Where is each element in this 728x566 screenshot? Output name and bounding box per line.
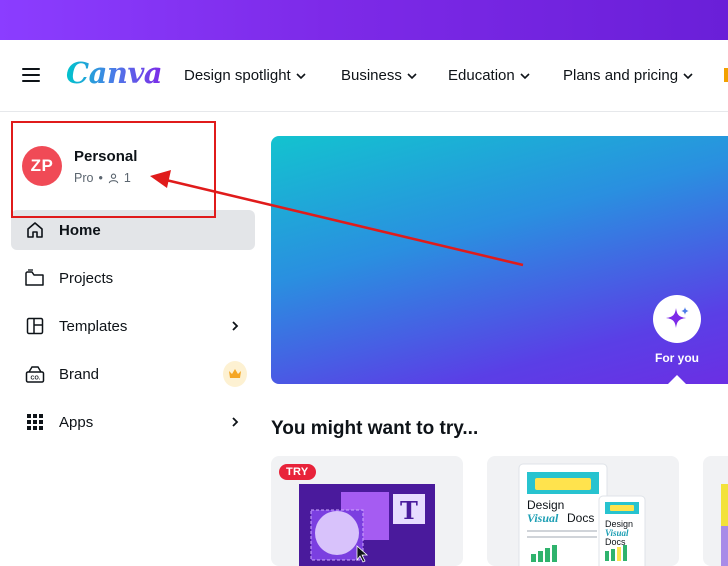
chevron-right-icon [223,410,247,434]
card-thumbnail [721,484,728,566]
sidebar-item-label: Apps [59,413,94,431]
hamburger-icon[interactable] [22,68,40,84]
folder-icon [23,266,47,290]
nav-overflow-item[interactable] [724,68,728,82]
nav-item-label: Business [341,67,402,84]
doc-heading: Design [527,498,564,512]
suggestion-card-partial[interactable] [703,456,728,566]
chevron-down-icon [683,72,693,79]
nav-item-label: Design spotlight [184,67,291,84]
nav-plans-pricing[interactable]: Plans and pricing [563,67,694,84]
sidebar-item-label: Home [59,221,101,239]
nav-item-label: Education [448,67,515,84]
chevron-down-icon [520,72,530,79]
card-thumbnail: Design Visual Docs Design Visual Docs [518,463,646,566]
chevron-right-icon [223,314,247,338]
nav-design-spotlight[interactable]: Design spotlight [184,67,307,84]
doc-small-docs: Docs [605,537,626,547]
nav-education[interactable]: Education [448,67,531,84]
doc-heading-visual: Visual [527,511,559,525]
canva-logo[interactable]: Canva [66,56,163,90]
sidebar-item-label: Brand [59,365,100,383]
top-navbar: Canva Design spotlight Business Educatio… [0,40,728,112]
sidebar-item-templates[interactable]: Templates [11,306,255,346]
sparkle-icon [653,295,701,343]
nav-item-label: Plans and pricing [563,67,679,84]
brand-kit-icon: CO. [23,362,47,386]
annotation-highlight-box [11,121,216,218]
crown-icon [223,361,247,387]
chevron-down-icon [407,72,417,79]
text-tool-glyph: T [400,496,418,525]
for-you-label: For you [655,351,699,365]
apps-grid-icon [23,410,47,434]
sidebar-item-brand[interactable]: CO. Brand [11,354,255,394]
section-title: You might want to try... [271,418,479,439]
nav-business[interactable]: Business [341,67,418,84]
sidebar-item-label: Templates [59,317,128,335]
doc-heading-docs: Docs [567,511,594,525]
chevron-down-icon [296,72,306,79]
top-banner [0,0,728,40]
sidebar-item-apps[interactable]: Apps [11,402,255,442]
home-icon [23,218,47,242]
svg-text:CO.: CO. [31,376,41,382]
try-badge: TRY [279,464,316,480]
sidebar-item-projects[interactable]: Projects [11,258,255,298]
templates-icon [23,314,47,338]
sidebar-item-label: Projects [59,269,114,287]
suggestion-card-docs[interactable]: Design Visual Docs Design Visual Docs [487,456,679,566]
for-you-button[interactable]: For you [652,295,702,365]
crown-badge [223,361,247,387]
tab-indicator [668,375,686,384]
